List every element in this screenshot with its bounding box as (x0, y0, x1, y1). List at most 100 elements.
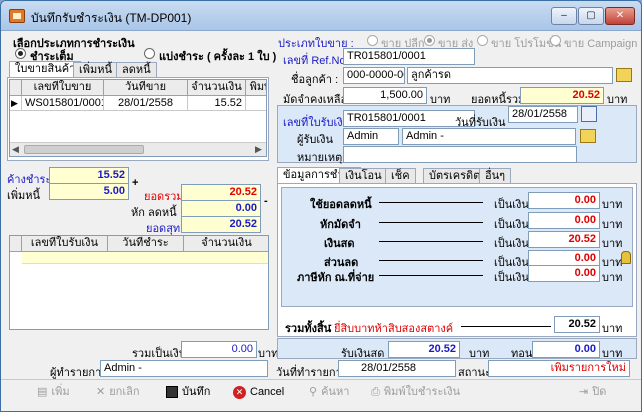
cancel-doc-button[interactable]: ✕ ยกเลิก (96, 382, 140, 402)
restore-button[interactable]: ▢ (578, 7, 604, 25)
received-cash-field[interactable]: 20.52 (388, 341, 460, 358)
scroll-right-icon[interactable]: ▶ (255, 144, 262, 155)
tab-credit-card[interactable]: บัตรเครดิต (423, 168, 487, 184)
table-cell[interactable]: 15.52 (188, 96, 246, 111)
partial-payment-radio[interactable] (144, 48, 155, 59)
tab-reduce-debt[interactable]: ลดหนี้ (116, 62, 157, 78)
table-cell[interactable]: WS015801/0001 (22, 96, 104, 111)
cash-label: เงินสด (324, 238, 355, 250)
sale-type-campaign-label: ขาย Campaign (564, 38, 638, 50)
add-debt-label: เพิ่มหนี้ (7, 190, 41, 202)
grand-total-label: รวมทั้งสิ้น (285, 323, 332, 335)
deposit-field: 1,500.00 (343, 87, 427, 104)
full-payment-radio[interactable] (15, 48, 26, 59)
as-amount-label: เป็นเงิน (494, 272, 529, 284)
leader-line (379, 275, 483, 276)
row-pointer-icon: ▶ (10, 96, 22, 111)
sale-type-campaign-radio[interactable] (550, 35, 561, 46)
cancel-button[interactable]: ✕ Cancel (233, 382, 284, 402)
row-header (10, 80, 22, 96)
net-value: 20.52 (181, 216, 261, 233)
row-header (10, 236, 22, 252)
ref-no-field[interactable]: TR015801/0001 (343, 48, 475, 65)
unit-label: บาท (602, 272, 623, 284)
txdate-field: 28/01/2558 (338, 360, 456, 377)
horizontal-scrollbar[interactable]: ◀ ▶ (10, 142, 266, 156)
toolbar-divider (1, 379, 641, 380)
receipt-no-label: เลขที่ใบรับเงิน (283, 117, 351, 129)
print-button[interactable]: ⎙ พิมพ์ใบชำระเงิน (371, 382, 460, 402)
credit-usage-field[interactable]: 0.00 (528, 192, 600, 209)
save-button-label: บันทึก (182, 386, 211, 398)
printer-icon: ⎙ (371, 386, 380, 399)
search-button-label: ค้นหา (321, 386, 350, 398)
add-button[interactable]: ▤ เพิ่ม (37, 382, 70, 402)
tab-other[interactable]: อื่นๆ (479, 168, 512, 184)
withholding-tax-field[interactable]: 0.00 (528, 265, 600, 282)
add-debt-value: 5.00 (49, 183, 129, 200)
cash-field[interactable]: 20.52 (528, 231, 600, 248)
table-row[interactable] (22, 252, 268, 264)
tab-cheque[interactable]: เช็ค (385, 168, 416, 184)
column-header[interactable]: วันที่ขาย (104, 80, 188, 96)
scroll-left-icon[interactable]: ◀ (12, 144, 19, 155)
window-title: บันทึกรับชำระเงิน (TM-DP001) (31, 11, 192, 25)
table-cell[interactable]: 28/01/2558 (104, 96, 188, 111)
cancel-icon: ✕ (233, 385, 246, 399)
binoculars-icon: ⚲ (309, 386, 318, 399)
column-header[interactable]: วันที่ชำระ (108, 236, 184, 252)
plus-sign: + (132, 177, 139, 189)
customer-name-field[interactable]: ลูกค้ารด (407, 67, 613, 84)
save-button[interactable]: บันทึก (166, 382, 210, 402)
grand-total-dash: - (328, 319, 332, 331)
title-bar[interactable]: บันทึกรับชำระเงิน (TM-DP001) – ▢ ✕ (1, 1, 641, 31)
discount-value: 0.00 (181, 200, 261, 217)
column-header[interactable]: เลขที่ใบรับเงิน (22, 236, 108, 252)
customer-label: ชื่อลูกค้า : (291, 74, 339, 86)
column-header[interactable]: พิมพ์ (246, 80, 266, 96)
receiver-code-field[interactable]: Admin (343, 128, 399, 145)
sale-type-wholesale-radio[interactable] (424, 35, 435, 46)
add-button-label: เพิ่ม (51, 386, 70, 398)
main-window: บันทึกรับชำระเงิน (TM-DP001) – ▢ ✕ เลือก… (0, 0, 642, 412)
customer-code-field[interactable]: 000-0000-00000 (343, 67, 405, 84)
search-button[interactable]: ⚲ ค้นหา (309, 382, 349, 402)
partial-payment-label: แบ่งชำระ ( ครั้งละ 1 ใบ ) (159, 51, 277, 63)
tab-transfer[interactable]: เงินโอน (339, 168, 388, 184)
app-icon (9, 9, 25, 23)
leader-line (379, 260, 483, 261)
close-button[interactable]: ⇥ ปิด (579, 382, 606, 402)
as-amount-label: เป็นเงิน (494, 219, 529, 231)
tab-sales-invoice[interactable]: ใบขายสินค้า (9, 61, 82, 78)
leader-line (379, 202, 483, 203)
tab-add-debt[interactable]: เพิ่มหนี้ (73, 62, 119, 78)
sale-type-promotion-radio[interactable] (477, 35, 488, 46)
sale-type-retail-radio[interactable] (367, 35, 378, 46)
customer-lookup-icon[interactable] (616, 68, 632, 82)
column-header[interactable]: จำนวนเงิน (184, 236, 268, 252)
table-cell[interactable] (246, 96, 266, 111)
scroll-thumb[interactable] (24, 145, 144, 154)
sales-grid: เลขที่ใบขาย วันที่ขาย จำนวนเงิน พิมพ์ ▶ … (9, 79, 267, 157)
minimize-button[interactable]: – (551, 7, 577, 25)
cross-icon: ✕ (96, 386, 106, 399)
note-field[interactable] (343, 146, 577, 163)
lock-icon[interactable] (621, 251, 631, 264)
receipt-date-field[interactable]: 28/01/2558 (508, 106, 578, 123)
column-header[interactable]: เลขที่ใบขาย (22, 80, 104, 96)
close-button-label: ปิด (592, 386, 607, 398)
deposit-deduct-field[interactable]: 0.00 (528, 212, 600, 229)
receiver-name-field[interactable]: Admin - (402, 128, 576, 145)
calendar-icon[interactable] (581, 106, 597, 122)
total-debt-field: 20.52 (520, 87, 604, 104)
note-label: หมายเหตุ (297, 152, 343, 164)
receiver-lookup-icon[interactable] (580, 129, 596, 143)
deposit-deduct-label: หักมัดจำ (320, 219, 361, 231)
unit-label: บาท (602, 199, 623, 211)
add-icon: ▤ (37, 386, 48, 399)
close-window-button[interactable]: ✕ (605, 7, 635, 25)
status-field: เพิ่มรายการใหม่ (488, 360, 630, 377)
minus-sign: - (264, 195, 268, 207)
leader-line (461, 326, 551, 327)
column-header[interactable]: จำนวนเงิน (188, 80, 246, 96)
